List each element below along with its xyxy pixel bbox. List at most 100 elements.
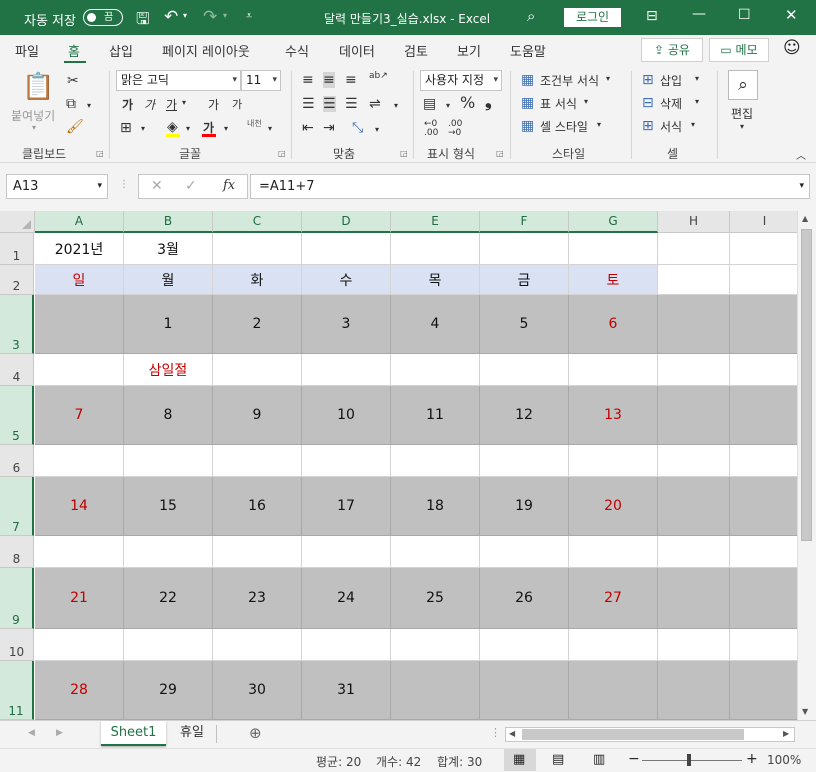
name-box[interactable]: A13 ▾ bbox=[6, 174, 108, 199]
chevron-down-icon[interactable]: ▾ bbox=[584, 97, 588, 106]
cell-e9[interactable]: 25 bbox=[391, 568, 480, 629]
tab-view[interactable]: 보기 bbox=[457, 41, 481, 60]
delete-cells-button[interactable]: 삭제 bbox=[660, 95, 682, 112]
cell-g10[interactable] bbox=[569, 629, 658, 661]
cell-i2[interactable] bbox=[730, 265, 797, 295]
borders-icon[interactable]: ⊞ bbox=[120, 120, 132, 136]
cell-e8[interactable] bbox=[391, 536, 480, 568]
share-button[interactable]: ⇪ 공유 bbox=[641, 38, 703, 62]
fill-color-icon[interactable]: ◈ bbox=[167, 119, 178, 135]
cell-i8[interactable] bbox=[730, 536, 797, 568]
paste-dropdown-icon[interactable]: ▾ bbox=[32, 123, 36, 132]
paste-icon[interactable]: 📋 bbox=[22, 73, 54, 101]
autosave-toggle[interactable]: 끔 bbox=[83, 9, 123, 26]
row-header-6[interactable]: 6 bbox=[0, 445, 34, 477]
cell-i6[interactable] bbox=[730, 445, 797, 477]
hscroll-thumb[interactable] bbox=[522, 729, 744, 740]
cell-c4[interactable] bbox=[213, 354, 302, 386]
cell-f3[interactable]: 5 bbox=[480, 295, 569, 354]
cell-e7[interactable]: 18 bbox=[391, 477, 480, 536]
cell-i9[interactable] bbox=[730, 568, 797, 629]
cell-a5[interactable]: 7 bbox=[35, 386, 124, 445]
cell-e3[interactable]: 4 bbox=[391, 295, 480, 354]
number-format-select[interactable]: 사용자 지정 ▾ bbox=[420, 70, 502, 91]
cell-g9[interactable]: 27 bbox=[569, 568, 658, 629]
increase-indent-icon[interactable]: ⇥ bbox=[323, 120, 335, 136]
font-name-select[interactable]: 맑은 고딕 ▾ bbox=[116, 70, 241, 91]
align-right-icon[interactable]: ☰ bbox=[345, 96, 358, 112]
paste-label[interactable]: 붙여넣기 bbox=[11, 107, 55, 124]
format-cells-button[interactable]: 서식 bbox=[660, 118, 682, 135]
cell-a2[interactable]: 일 bbox=[35, 265, 124, 295]
cell-g11[interactable] bbox=[569, 661, 658, 720]
tab-insert[interactable]: 삽입 bbox=[109, 41, 133, 60]
horizontal-scrollbar[interactable]: ◀ ▶ bbox=[505, 727, 795, 742]
cell-i10[interactable] bbox=[730, 629, 797, 661]
increase-decimal-icon[interactable]: ←0.00 bbox=[424, 120, 438, 138]
tab-home[interactable]: 홈 bbox=[68, 41, 80, 60]
format-table-button[interactable]: 표 서식 bbox=[540, 95, 577, 112]
delete-cells-icon[interactable]: ⊟ bbox=[642, 95, 654, 111]
font-color-dropdown-icon[interactable]: ▾ bbox=[224, 121, 228, 137]
ribbon-display-icon[interactable]: ⊟ bbox=[646, 8, 658, 24]
undo-dropdown-icon[interactable]: ▾ bbox=[183, 11, 187, 20]
column-header-i[interactable]: I bbox=[730, 211, 797, 233]
collapse-ribbon-icon[interactable]: ︿ bbox=[796, 147, 806, 162]
smiley-icon[interactable]: ☺ bbox=[783, 38, 801, 58]
accounting-format-icon[interactable]: ▤ bbox=[423, 96, 436, 112]
close-icon[interactable]: ✕ bbox=[785, 6, 798, 24]
next-sheet-icon[interactable]: ▶ bbox=[56, 728, 63, 738]
column-header-a[interactable]: A bbox=[35, 211, 124, 233]
customize-qat-icon[interactable]: ⩡ bbox=[246, 9, 252, 23]
cell-d4[interactable] bbox=[302, 354, 391, 386]
borders-dropdown-icon[interactable]: ▾ bbox=[141, 121, 145, 137]
column-header-c[interactable]: C bbox=[213, 211, 302, 233]
cell-b2[interactable]: 월 bbox=[124, 265, 213, 295]
enter-icon[interactable]: ✓ bbox=[185, 178, 197, 194]
cell-h8[interactable] bbox=[658, 536, 730, 568]
login-button[interactable]: 로그인 bbox=[564, 8, 621, 27]
cell-f5[interactable]: 12 bbox=[480, 386, 569, 445]
tab-review[interactable]: 검토 bbox=[404, 41, 428, 60]
align-middle-icon[interactable]: ≡ bbox=[323, 72, 335, 88]
cell-styles-button[interactable]: 셀 스타일 bbox=[540, 118, 588, 135]
chevron-down-icon[interactable]: ▾ bbox=[695, 97, 699, 106]
wrap-text-icon[interactable]: ⇌ bbox=[369, 96, 381, 112]
cell-c3[interactable]: 2 bbox=[213, 295, 302, 354]
find-icon[interactable]: ⌕ bbox=[728, 70, 758, 100]
maximize-icon[interactable]: ☐ bbox=[738, 7, 751, 23]
search-icon[interactable]: ⌕ bbox=[527, 7, 535, 25]
cell-a1[interactable]: 2021년 bbox=[35, 233, 124, 265]
cell-i7[interactable] bbox=[730, 477, 797, 536]
comments-button[interactable]: ▭ 메모 bbox=[709, 38, 769, 62]
cell-b10[interactable] bbox=[124, 629, 213, 661]
cell-d5[interactable]: 10 bbox=[302, 386, 391, 445]
align-top-icon[interactable]: ≡ bbox=[302, 72, 314, 88]
cell-c10[interactable] bbox=[213, 629, 302, 661]
underline-button[interactable]: 가 bbox=[166, 96, 177, 113]
cell-c7[interactable]: 16 bbox=[213, 477, 302, 536]
formula-input[interactable]: =A11+7 ▾ bbox=[250, 174, 810, 199]
cell-f10[interactable] bbox=[480, 629, 569, 661]
decrease-indent-icon[interactable]: ⇤ bbox=[302, 120, 314, 136]
number-launcher-icon[interactable]: ◲ bbox=[496, 149, 504, 158]
row-header-9[interactable]: 9 bbox=[0, 568, 34, 629]
tab-help[interactable]: 도움말 bbox=[510, 41, 546, 60]
zoom-out-icon[interactable]: − bbox=[628, 751, 640, 767]
column-header-d[interactable]: D bbox=[302, 211, 391, 233]
italic-button[interactable]: 가 bbox=[144, 96, 155, 113]
chevron-down-icon[interactable]: ▾ bbox=[597, 120, 601, 129]
row-header-8[interactable]: 8 bbox=[0, 536, 34, 568]
cell-e1[interactable] bbox=[391, 233, 480, 265]
cell-e10[interactable] bbox=[391, 629, 480, 661]
cell-a4[interactable] bbox=[35, 354, 124, 386]
comma-style-icon[interactable]: ❟ bbox=[485, 94, 492, 111]
align-bottom-icon[interactable]: ≡ bbox=[345, 72, 357, 88]
chevron-down-icon[interactable]: ▾ bbox=[606, 74, 610, 83]
worksheet-grid[interactable]: A B C D E F G H I 1 2021년 3월 2 일 월 화 수 목 금 토 3 1 2 3 4 5 6 4 삼일절 5 7 8 9… bbox=[0, 211, 797, 720]
format-cells-icon[interactable]: ⊞ bbox=[642, 118, 654, 134]
column-header-e[interactable]: E bbox=[391, 211, 480, 233]
cell-c1[interactable] bbox=[213, 233, 302, 265]
cell-d1[interactable] bbox=[302, 233, 391, 265]
conditional-format-icon[interactable]: ▦ bbox=[521, 72, 534, 88]
